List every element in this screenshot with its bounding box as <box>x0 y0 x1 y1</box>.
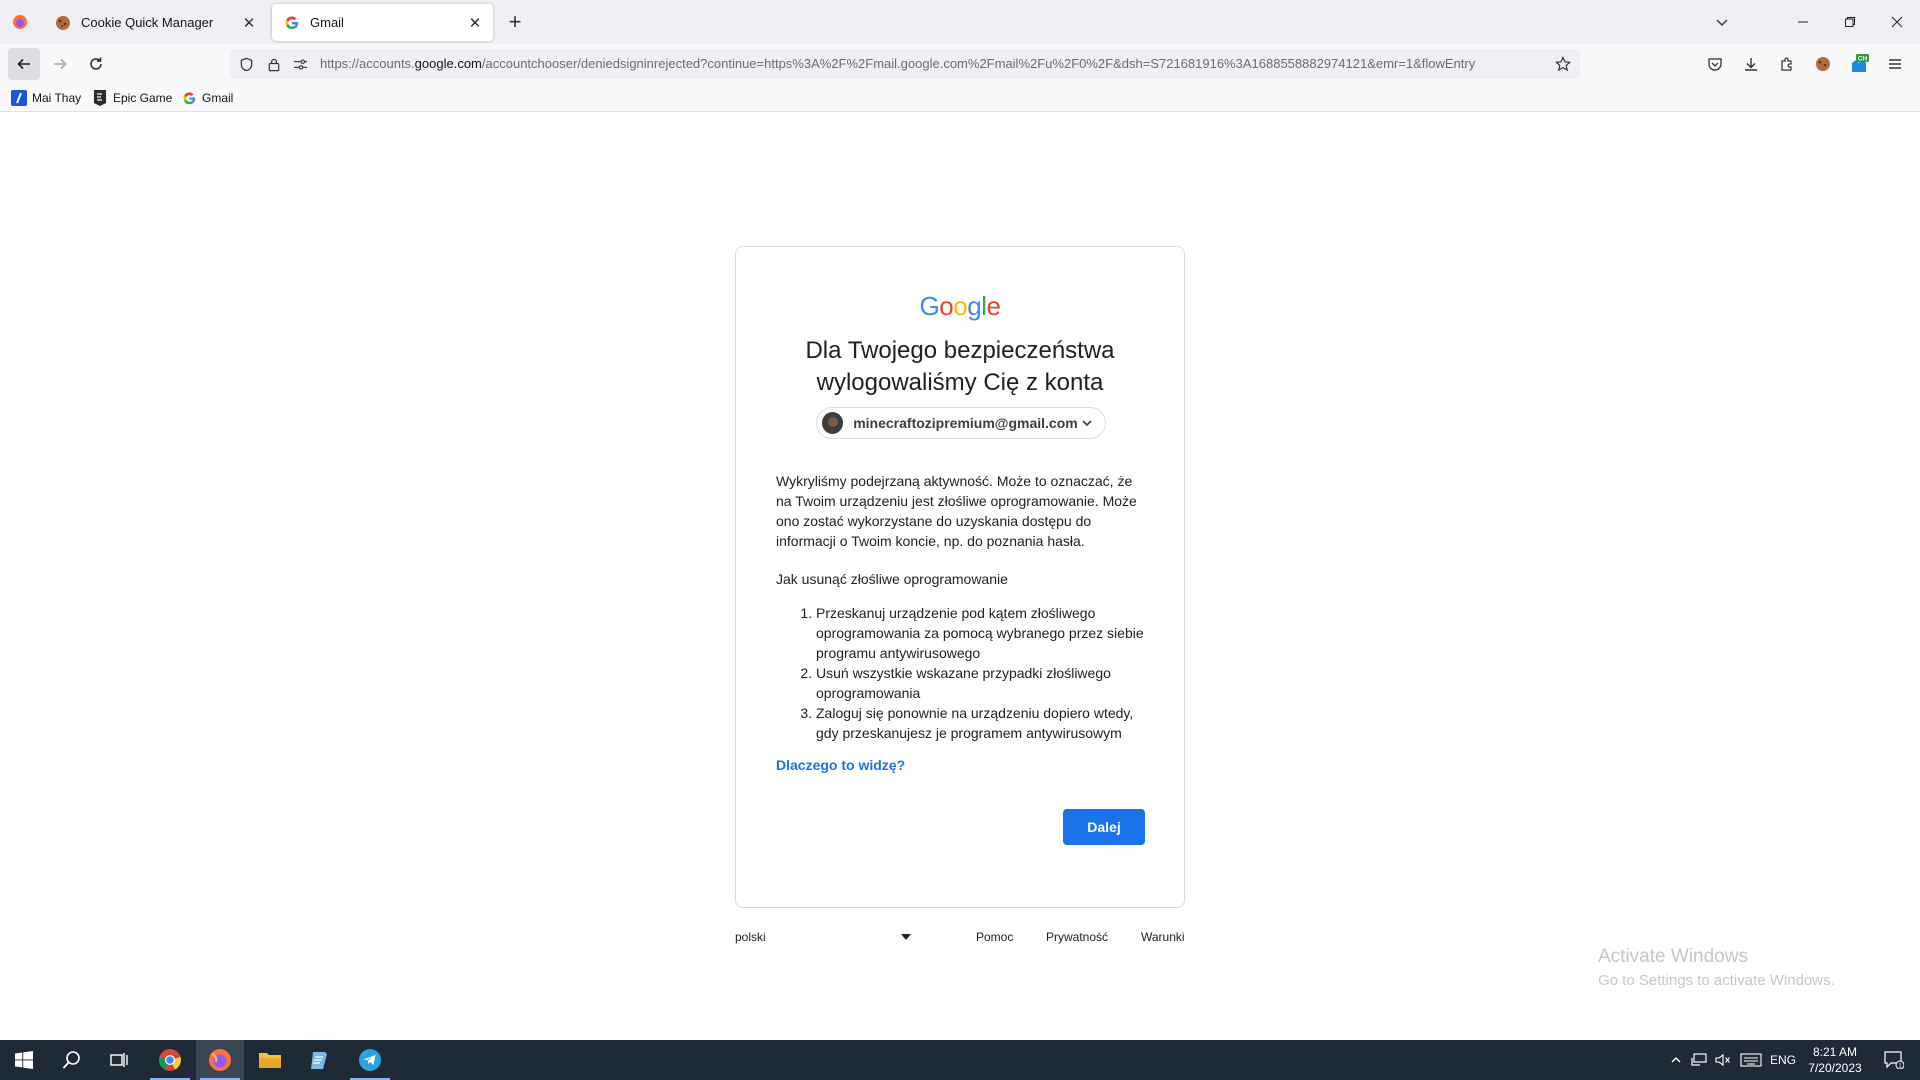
account-email: minecraftozipremium@gmail.com <box>853 415 1078 431</box>
bookmark-label: Mai Thay <box>32 91 82 105</box>
list-item: Zaloguj się ponownie na urządzeniu dopie… <box>816 703 1146 743</box>
removal-steps-list: Przeskanuj urządzenie pod kątem złośliwe… <box>776 603 1146 743</box>
system-clock[interactable]: 8:21 AM 7/20/2023 <box>1800 1044 1870 1076</box>
bookmark-star-icon[interactable] <box>1555 56 1571 72</box>
file-explorer-icon[interactable] <box>246 1040 294 1080</box>
google-g-icon <box>284 15 300 31</box>
show-hidden-icons-icon[interactable] <box>1664 1040 1688 1080</box>
activate-windows-watermark: Activate Windows Go to Settings to activ… <box>1598 946 1835 989</box>
clock-time: 8:21 AM <box>1812 1045 1858 1059</box>
url-prefix: https://accounts. <box>320 56 415 71</box>
terms-link[interactable]: Warunki <box>1141 930 1185 944</box>
firefox-view-icon[interactable] <box>8 10 32 34</box>
cookie-quick-manager-icon[interactable] <box>1813 54 1833 74</box>
url-text[interactable]: https://accounts.google.com/accountchoos… <box>320 56 1550 71</box>
bookmark-label: Epic Game <box>113 91 173 105</box>
url-domain: google.com <box>414 56 482 71</box>
lock-icon[interactable] <box>266 56 282 72</box>
bookmarks-toolbar: Mai Thay Epic Game Gmail <box>0 84 1920 112</box>
bookmark-mai-thay-icon <box>11 90 27 106</box>
telegram-icon[interactable] <box>346 1040 394 1080</box>
avatar <box>822 412 844 434</box>
volume-muted-icon[interactable] <box>1712 1040 1734 1080</box>
bookmark-epic-game[interactable]: Epic Game <box>92 89 172 107</box>
google-g-icon <box>181 90 197 106</box>
extension-ch-icon[interactable]: CH <box>1849 54 1869 74</box>
language-value: polski <box>735 930 766 944</box>
navigation-toolbar: https://accounts.google.com/accountchoos… <box>0 44 1920 84</box>
task-view-icon[interactable] <box>96 1040 144 1080</box>
address-bar[interactable]: https://accounts.google.com/accountchoos… <box>230 49 1580 79</box>
bookmark-gmail[interactable]: Gmail <box>181 89 233 107</box>
next-button[interactable]: Dalej <box>1063 809 1145 845</box>
logo-letter: o <box>953 291 968 321</box>
close-window-icon[interactable] <box>1874 0 1920 44</box>
logo-letter: e <box>986 291 1001 321</box>
notepad-icon[interactable] <box>296 1040 344 1080</box>
tab-cookie-quick-manager[interactable]: Cookie Quick Manager ✕ <box>43 4 267 41</box>
list-all-tabs-icon[interactable] <box>1710 10 1734 34</box>
action-center-icon[interactable]: 1 <box>1874 1040 1914 1080</box>
logo-letter: o <box>939 291 954 321</box>
epic-games-icon <box>92 90 108 106</box>
malware-removal-heading: Jak usunąć złośliwe oprogramowanie <box>776 571 1008 587</box>
bookmark-label: Gmail <box>202 91 234 105</box>
restore-window-icon[interactable] <box>1827 0 1873 44</box>
firefox-taskbar-icon[interactable] <box>196 1040 244 1080</box>
url-path: /accountchooser/deniedsigninrejected?con… <box>481 56 1476 71</box>
help-link[interactable]: Pomoc <box>976 930 1013 944</box>
new-tab-button[interactable]: + <box>503 9 527 34</box>
search-icon[interactable] <box>48 1040 96 1080</box>
permissions-icon[interactable] <box>292 56 308 72</box>
windows-start-icon[interactable] <box>0 1040 48 1080</box>
input-language-indicator[interactable]: ENG <box>1768 1040 1798 1080</box>
tab-gmail[interactable]: Gmail ✕ <box>272 4 493 41</box>
close-tab-icon[interactable]: ✕ <box>237 11 261 35</box>
chrome-taskbar-icon[interactable] <box>146 1040 194 1080</box>
extension-badge: CH <box>1858 56 1868 63</box>
back-button[interactable] <box>8 48 40 80</box>
logo-letter: g <box>967 291 982 321</box>
why-am-i-seeing-this-link[interactable]: Dlaczego to widzę? <box>776 757 905 773</box>
extensions-icon[interactable] <box>1777 54 1797 74</box>
tracking-protection-shield-icon[interactable] <box>238 56 254 72</box>
downloads-icon[interactable] <box>1741 54 1761 74</box>
privacy-link[interactable]: Prywatność <box>1046 930 1108 944</box>
suspicious-activity-text: Wykryliśmy podejrzaną aktywność. Może to… <box>776 473 1137 549</box>
list-item: Przeskanuj urządzenie pod kątem złośliwe… <box>816 603 1146 663</box>
pocket-icon[interactable] <box>1705 54 1725 74</box>
logo-letter: G <box>919 291 940 321</box>
watermark-title: Activate Windows <box>1598 946 1748 967</box>
signed-out-card: Google Dla Twojego bezpieczeństwa wylogo… <box>735 246 1185 908</box>
reload-button[interactable] <box>80 48 112 80</box>
dropdown-arrow-icon <box>901 934 911 940</box>
hamburger-menu-icon[interactable] <box>1885 54 1905 74</box>
tab-strip: Cookie Quick Manager ✕ Gmail ✕ + <box>0 0 1920 44</box>
chevron-down-icon <box>1078 413 1097 433</box>
google-logo: Google <box>736 291 1184 322</box>
watermark-subtitle: Go to Settings to activate Windows. <box>1598 972 1835 989</box>
forward-button[interactable] <box>44 48 76 80</box>
close-tab-icon[interactable]: ✕ <box>463 11 487 35</box>
minimize-window-icon[interactable] <box>1780 0 1826 44</box>
bookmark-mai-thay[interactable]: Mai Thay <box>11 89 81 107</box>
touch-keyboard-icon[interactable] <box>1738 1040 1764 1080</box>
tab-title: Gmail <box>310 15 344 30</box>
language-select[interactable]: polski <box>735 922 915 952</box>
account-chooser-chip[interactable]: minecraftozipremium@gmail.com <box>816 407 1106 439</box>
network-icon[interactable] <box>1688 1040 1710 1080</box>
page-title: Dla Twojego bezpieczeństwa wylogowaliśmy… <box>805 337 1115 396</box>
list-item: Usuń wszystkie wskazane przypadki złośli… <box>816 663 1146 703</box>
windows-taskbar: ENG 8:21 AM 7/20/2023 1 <box>0 1040 1920 1080</box>
cookie-icon <box>55 15 71 31</box>
clock-date: 7/20/2023 <box>1808 1061 1862 1075</box>
tab-title: Cookie Quick Manager <box>81 15 214 30</box>
